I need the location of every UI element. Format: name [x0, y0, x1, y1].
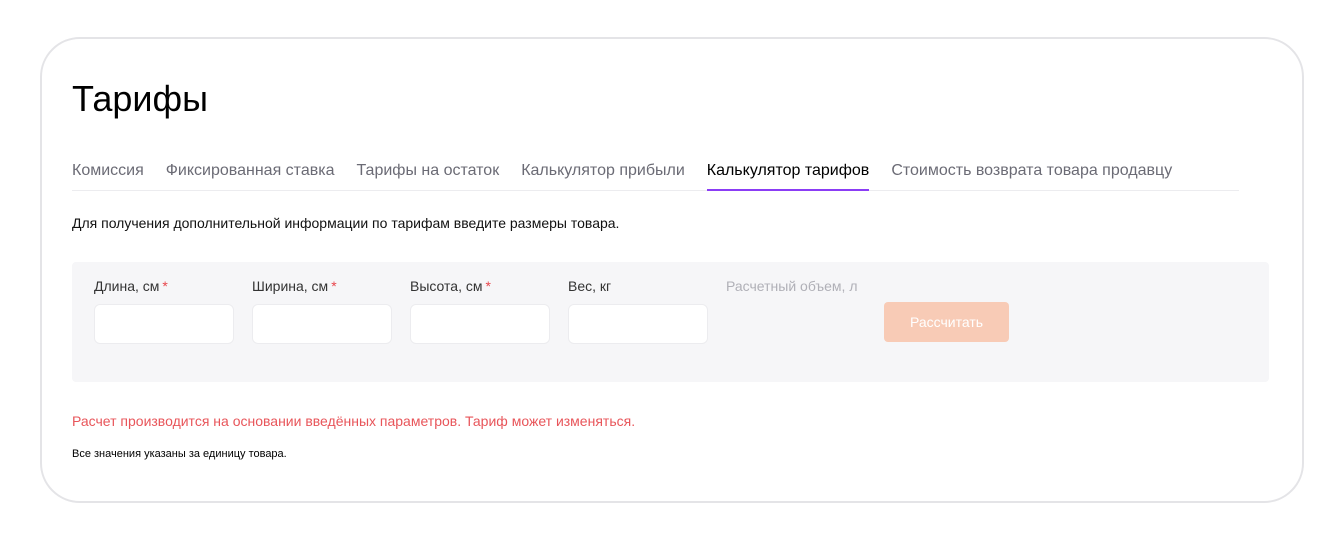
calculate-button[interactable]: Рассчитать	[884, 302, 1009, 342]
tab-return-cost[interactable]: Стоимость возврата товара продавцу	[891, 159, 1172, 190]
tab-fixed-rate[interactable]: Фиксированная ставка	[166, 159, 335, 190]
width-field: Ширина, см *	[252, 276, 392, 344]
tabs-bar: Комиссия Фиксированная ставка Тарифы на …	[72, 159, 1239, 191]
tab-tariff-calculator[interactable]: Калькулятор тарифов	[706, 159, 869, 191]
height-label: Высота, см *	[410, 278, 491, 294]
calculator-form: Длина, см * Ширина, см * Высота, см * Вес, …	[72, 262, 1269, 382]
info-text: Для получения дополнительной информации …	[72, 215, 620, 231]
weight-label: Вес, кг	[568, 278, 612, 294]
length-field: Длина, см *	[94, 276, 234, 344]
required-mark: *	[485, 278, 491, 294]
tab-commission[interactable]: Комиссия	[72, 159, 144, 190]
width-input[interactable]	[252, 304, 392, 344]
page-title: Тарифы	[72, 78, 209, 119]
weight-field: Вес, кг	[568, 276, 708, 344]
required-mark: *	[162, 278, 168, 294]
volume-label: Расчетный объем, л	[726, 278, 858, 294]
required-mark: *	[331, 278, 337, 294]
height-input[interactable]	[410, 304, 550, 344]
length-input[interactable]	[94, 304, 234, 344]
height-field: Высота, см *	[410, 276, 550, 344]
weight-input[interactable]	[568, 304, 708, 344]
tariffs-card: Тарифы Комиссия Фиксированная ставка Тар…	[40, 37, 1304, 503]
width-label: Ширина, см *	[252, 278, 337, 294]
tab-storage-tariffs[interactable]: Тарифы на остаток	[356, 159, 499, 190]
note-text: Все значения указаны за единицу товара.	[72, 448, 287, 460]
length-label: Длина, см *	[94, 278, 168, 294]
warning-text: Расчет производится на основании введённ…	[72, 413, 636, 429]
tab-profit-calculator[interactable]: Калькулятор прибыли	[521, 159, 685, 190]
